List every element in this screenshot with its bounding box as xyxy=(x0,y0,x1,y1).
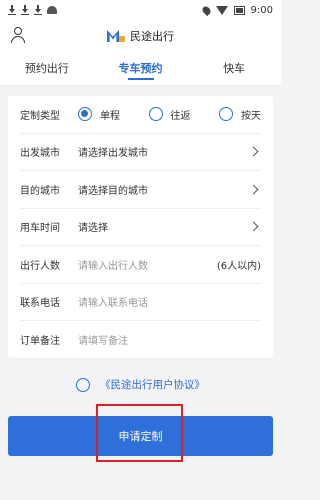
app-logo-icon xyxy=(107,30,125,42)
agreement-checkbox[interactable] xyxy=(76,377,90,392)
status-bar: 9:00 xyxy=(0,0,281,20)
destination-city-label: 目的城市 xyxy=(20,185,60,197)
use-time-row[interactable]: 用车时间 请选择 xyxy=(20,209,261,246)
download-icon xyxy=(8,5,16,15)
tab-private-car[interactable]: 专车预约 xyxy=(94,52,188,86)
phone-label: 联系电话 xyxy=(20,298,60,310)
note-label: 订单备注 xyxy=(20,336,60,348)
passengers-hint: (6人以内) xyxy=(216,260,261,272)
destination-city-row[interactable]: 目的城市 请选择目的城市 xyxy=(20,171,261,209)
tab-bar: 预约出行 专车预约 快车 xyxy=(0,52,281,86)
phone-row: 联系电话 请输入联系电话 xyxy=(20,284,261,321)
agreement-link[interactable]: 《民途出行用户协议》 xyxy=(100,377,205,392)
use-time-label: 用车时间 xyxy=(20,223,60,235)
passengers-input[interactable]: 请输入出行人数 xyxy=(78,257,213,272)
status-notifications xyxy=(8,5,57,15)
brand-name: 民途出行 xyxy=(130,30,174,43)
departure-city-value[interactable]: 请选择出发城市 xyxy=(78,144,250,159)
agreement: 《民途出行用户协议》 xyxy=(0,377,281,392)
tab-express[interactable]: 快车 xyxy=(187,52,281,86)
passengers-row: 出行人数 请输入出行人数 (6人以内) xyxy=(20,246,261,284)
use-time-value[interactable]: 请选择 xyxy=(78,219,250,234)
custom-type-label: 定制类型 xyxy=(20,110,60,122)
download-icon xyxy=(34,5,42,15)
phone-input[interactable]: 请输入联系电话 xyxy=(78,294,261,309)
booking-form: 定制类型 单程 往返 按天 出发城市 请选择出发城市 目的城市 请选择 目的城市 … xyxy=(8,96,273,358)
status-system: 9:00 xyxy=(200,4,273,16)
option-by-day-label: 按天 xyxy=(241,110,261,122)
radio-checked-icon[interactable] xyxy=(78,107,92,122)
chevron-right-icon[interactable] xyxy=(248,146,259,157)
highlight-annotation xyxy=(96,404,183,462)
option-round-trip-label: 往返 xyxy=(170,110,191,122)
app-header: 民途出行 xyxy=(0,20,281,52)
battery-icon xyxy=(233,5,245,15)
brand: 民途出行 xyxy=(107,28,174,44)
option-by-day[interactable]: 按天 xyxy=(219,107,261,122)
custom-type-row: 定制类型 单程 往返 按天 xyxy=(20,96,261,134)
option-one-way-label: 单程 xyxy=(100,110,120,122)
option-one-way[interactable]: 单程 xyxy=(78,107,120,122)
user-profile-icon[interactable] xyxy=(10,27,26,45)
note-row: 订单备注 请填写备注 xyxy=(20,321,261,359)
location-icon xyxy=(200,4,212,16)
custom-type-options: 单程 往返 按天 xyxy=(78,107,261,122)
passengers-label: 出行人数 xyxy=(20,260,60,272)
destination-city-value[interactable]: 请选择目的城市 xyxy=(78,182,250,197)
radio-unchecked-icon[interactable] xyxy=(219,107,233,122)
download-icon xyxy=(21,5,29,15)
departure-city-row[interactable]: 出发城市 请选择出发城市 xyxy=(20,134,261,171)
option-round-trip[interactable]: 往返 xyxy=(148,107,191,122)
chevron-right-icon[interactable] xyxy=(248,184,259,195)
radio-unchecked-icon[interactable] xyxy=(148,107,163,122)
tab-appointment-travel[interactable]: 预约出行 xyxy=(0,52,94,86)
android-icon xyxy=(47,6,57,14)
status-time: 9:00 xyxy=(250,4,273,16)
chevron-right-icon[interactable] xyxy=(248,221,259,232)
note-input[interactable]: 请填写备注 xyxy=(78,332,261,347)
departure-city-label: 出发城市 xyxy=(20,148,60,160)
wifi-icon xyxy=(215,5,228,15)
